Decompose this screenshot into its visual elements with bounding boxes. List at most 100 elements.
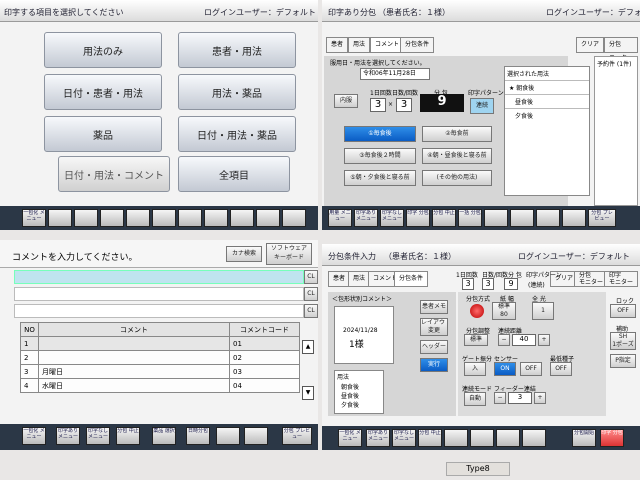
usage-option-3[interactable]: ③毎食後２時間	[344, 148, 416, 164]
sensor-off-button[interactable]: OFF	[520, 362, 542, 376]
fkey-2[interactable]	[48, 209, 72, 227]
fkey-2[interactable]: 印字あり メニュー	[366, 429, 390, 447]
mode-button[interactable]: 自動	[464, 392, 486, 406]
fkey-5[interactable]	[444, 429, 468, 447]
tab-patient[interactable]: 患者	[326, 37, 349, 53]
fkey-9[interactable]	[536, 209, 560, 227]
fkey-11[interactable]	[282, 209, 306, 227]
naifuku-button[interactable]: 内服	[334, 94, 358, 108]
print-option-date-usage-drug[interactable]: 日付・用法・薬品	[178, 116, 296, 152]
packing-monitor-button[interactable]: 分包 モニター	[574, 271, 609, 287]
feeder-plus-button[interactable]: +	[534, 392, 546, 404]
clear-line-3-button[interactable]: CL	[304, 304, 318, 318]
fkey-12[interactable]: 分包 プレビュー	[282, 427, 312, 445]
fkey-8[interactable]	[510, 209, 534, 227]
cut-plus-button[interactable]: +	[538, 334, 550, 346]
table-row[interactable]: 4 水曜日 04	[20, 378, 300, 393]
fkey-6[interactable]: 日時分包	[186, 427, 210, 445]
usage-option-5[interactable]: ⑤朝・夕食後と寝る前	[344, 170, 416, 186]
print-option-usage-drug[interactable]: 用法・薬品	[178, 74, 296, 110]
fkey-5[interactable]: 薬品 選択	[152, 427, 176, 445]
kana-search-button[interactable]: カナ検索	[226, 246, 262, 262]
fkey-11[interactable]: 分包開始	[572, 429, 596, 447]
paper-width-button[interactable]: 標準 80	[492, 302, 516, 320]
print-pattern-button[interactable]: 連続	[470, 98, 494, 114]
gate-button[interactable]: 入	[464, 362, 486, 376]
sensor-on-button[interactable]: ON	[494, 362, 516, 376]
tab-packing-condition[interactable]: 分包条件	[400, 37, 435, 53]
print-monitor-button[interactable]: 印字 モニター	[604, 271, 639, 287]
table-row[interactable]: 2 02	[20, 350, 300, 365]
tab-patient[interactable]: 患者	[328, 271, 351, 287]
tab-usage[interactable]: 用法	[348, 37, 371, 53]
aux-button[interactable]: SH 1ポーズ	[610, 332, 636, 350]
fkey-1[interactable]: 用量 メニュー	[328, 209, 352, 227]
clear-line-2-button[interactable]: CL	[304, 287, 318, 301]
cut-minus-button[interactable]: −	[498, 334, 510, 346]
daily-count[interactable]: 3	[370, 98, 386, 112]
date-input[interactable]: 令和06年11月28日	[360, 68, 430, 80]
fkey-7[interactable]	[178, 209, 202, 227]
fkey-10[interactable]	[562, 209, 586, 227]
scroll-up-button[interactable]: ▲	[302, 340, 314, 354]
print-option-date-patient-usage[interactable]: 日付・患者・用法	[44, 74, 162, 110]
tab-packing-condition[interactable]: 分包条件	[394, 271, 429, 287]
fkey-4[interactable]: 印字 分包	[406, 209, 430, 227]
print-option-drug[interactable]: 薬品	[44, 116, 162, 152]
tab-comment[interactable]: コメント	[370, 37, 405, 53]
fkey-1[interactable]: 一包化 メニュー	[22, 209, 46, 227]
fkey-3[interactable]: 印字なし メニュー	[392, 429, 416, 447]
p-select-button[interactable]: P指定	[610, 354, 636, 368]
clear-button[interactable]: クリア	[576, 37, 605, 53]
table-row[interactable]: 1 01	[20, 336, 300, 351]
lock-button[interactable]: OFF	[610, 304, 636, 318]
fkey-6[interactable]	[470, 429, 494, 447]
fkey-7[interactable]	[216, 427, 240, 445]
comment-input-line-3[interactable]	[14, 304, 304, 318]
scroll-down-button[interactable]: ▼	[302, 386, 314, 400]
usage-option-6[interactable]: (その他の用法)	[422, 170, 492, 186]
patient-memo-button[interactable]: 患者メモ	[420, 300, 448, 314]
print-option-usage-only[interactable]: 用法のみ	[44, 32, 162, 68]
usage-option-2[interactable]: ②毎食前	[422, 126, 492, 142]
fkey-10[interactable]	[256, 209, 280, 227]
packing-monitor-button[interactable]: 分包 モニター	[604, 37, 639, 62]
fkey-12[interactable]: 分包 プレビュー	[588, 209, 616, 227]
print-option-all[interactable]: 全項目	[178, 156, 290, 192]
feeder-minus-button[interactable]: −	[494, 392, 506, 404]
fold-button[interactable]: 標準	[464, 334, 488, 346]
table-row[interactable]: 3 月曜日 03	[20, 364, 300, 379]
fkey-6[interactable]	[152, 209, 176, 227]
fkey-4[interactable]: 分包 中止	[116, 427, 140, 445]
fkey-5[interactable]	[126, 209, 150, 227]
usage-option-4[interactable]: ④朝・昼食後と寝る前	[422, 148, 492, 164]
fkey-3[interactable]: 印字なし メニュー	[86, 427, 110, 445]
comment-input-line-1[interactable]	[14, 270, 304, 284]
fkey-2[interactable]: 印字あり メニュー	[56, 427, 80, 445]
fkey-8[interactable]	[204, 209, 228, 227]
fkey-6[interactable]: 一括 分包	[458, 209, 482, 227]
fkey-4[interactable]: 分包 中止	[418, 429, 442, 447]
comment-input-line-2[interactable]	[14, 287, 304, 301]
seal-button[interactable]: OFF	[550, 362, 572, 376]
fkey-9[interactable]	[230, 209, 254, 227]
fkey-8[interactable]	[244, 427, 268, 445]
software-keyboard-button[interactable]: ソフトウェア キーボード	[266, 243, 312, 265]
fkey-1[interactable]: 一包化 メニュー	[22, 427, 46, 445]
fkey-7[interactable]	[484, 209, 508, 227]
execute-button[interactable]: 実行	[420, 358, 448, 372]
fkey-7[interactable]	[496, 429, 520, 447]
fkey-8[interactable]	[522, 429, 546, 447]
clear-line-1-button[interactable]: CL	[304, 270, 318, 284]
selected-usage-item[interactable]: ★ 朝食後	[505, 80, 589, 94]
print-option-date-usage-comment[interactable]: 日付・用法・コメント	[58, 156, 170, 192]
width-button[interactable]: 1	[532, 302, 554, 320]
fkey-3[interactable]	[74, 209, 98, 227]
fkey-12[interactable]: 印字 分包	[600, 429, 624, 447]
fkey-4[interactable]	[100, 209, 124, 227]
fkey-1[interactable]: 一包化 メニュー	[338, 429, 362, 447]
print-option-patient-usage[interactable]: 患者・用法	[178, 32, 296, 68]
fkey-2[interactable]: 印字あり メニュー	[354, 209, 378, 227]
tab-usage[interactable]: 用法	[348, 271, 371, 287]
usage-option-1[interactable]: ①毎食後	[344, 126, 416, 142]
